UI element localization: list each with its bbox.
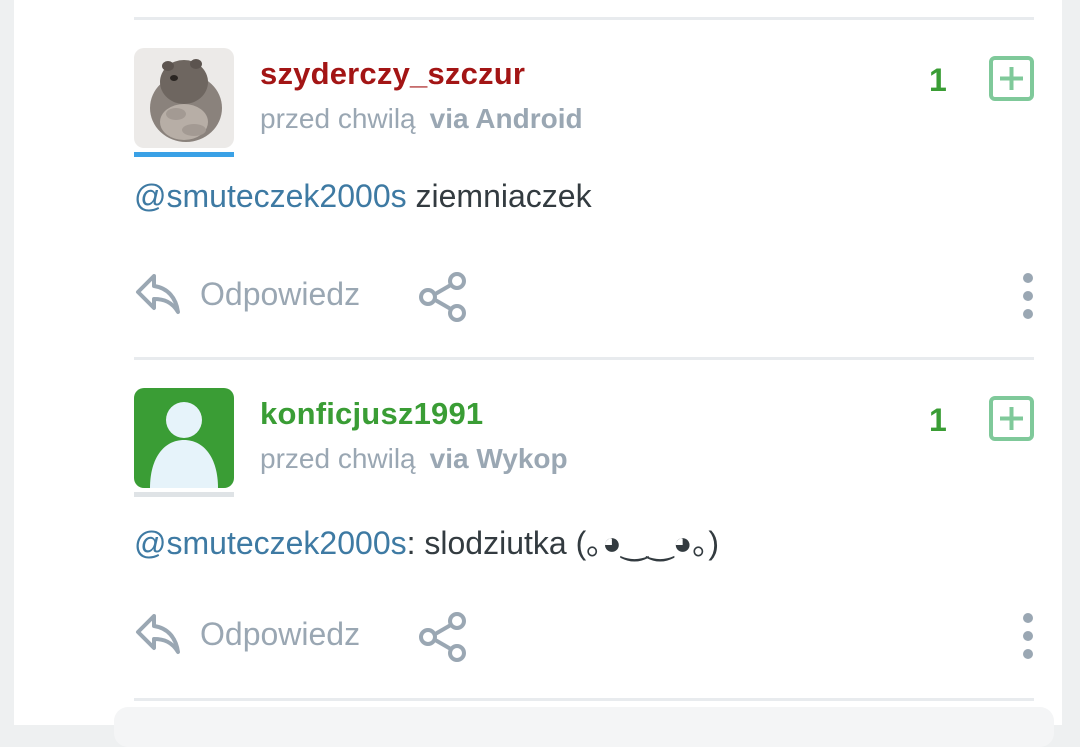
avatar-status-bar	[134, 492, 234, 497]
divider	[134, 17, 1034, 20]
mention-link[interactable]: @smuteczek2000s	[134, 525, 407, 561]
more-options-icon[interactable]	[1016, 270, 1040, 320]
share-icon[interactable]	[416, 610, 470, 664]
username-link[interactable]: konficjusz1991	[260, 396, 483, 432]
comment-item: konficjusz1991 przed chwilą via Wykop 1 @…	[134, 388, 1034, 718]
share-icon[interactable]	[416, 270, 470, 324]
mention-link[interactable]: @smuteczek2000s	[134, 178, 407, 214]
hamster-avatar-image	[134, 48, 234, 148]
vote-count: 1	[929, 402, 947, 438]
upvote-button[interactable]	[989, 396, 1034, 441]
comment-body: @smuteczek2000s ziemniaczek	[134, 178, 592, 215]
upvote-button[interactable]	[989, 56, 1034, 101]
vote-count: 1	[929, 62, 947, 98]
via-source[interactable]: via Android	[430, 103, 583, 134]
via-source[interactable]: via Wykop	[430, 443, 568, 474]
reply-button[interactable]: Odpowiedz	[200, 616, 360, 653]
avatar[interactable]	[134, 388, 234, 500]
comment-text: ziemniaczek	[406, 178, 592, 214]
more-options-icon[interactable]	[1016, 610, 1040, 660]
plus-icon	[989, 396, 1034, 441]
divider	[134, 357, 1034, 360]
reply-icon[interactable]	[134, 270, 182, 318]
divider	[134, 698, 1034, 701]
comment-body: @smuteczek2000s: slodziutka (｡◕‿‿◕｡)	[134, 518, 719, 564]
comment-meta: przed chwilą via Wykop	[260, 443, 568, 475]
reply-icon[interactable]	[134, 610, 182, 658]
timestamp: przed chwilą	[260, 443, 416, 474]
default-user-avatar-image	[134, 388, 234, 488]
avatar[interactable]	[134, 48, 234, 160]
avatar-status-bar	[134, 152, 234, 157]
plus-icon	[989, 56, 1034, 101]
next-card-edge	[114, 707, 1054, 747]
comment-meta: przed chwilą via Android	[260, 103, 583, 135]
username-link[interactable]: szyderczy_szczur	[260, 56, 525, 92]
timestamp: przed chwilą	[260, 103, 416, 134]
comment-text: : slodziutka (｡◕‿‿◕｡)	[406, 525, 719, 561]
reply-button[interactable]: Odpowiedz	[200, 276, 360, 313]
comment-item: szyderczy_szczur przed chwilą via Android…	[134, 48, 1034, 378]
